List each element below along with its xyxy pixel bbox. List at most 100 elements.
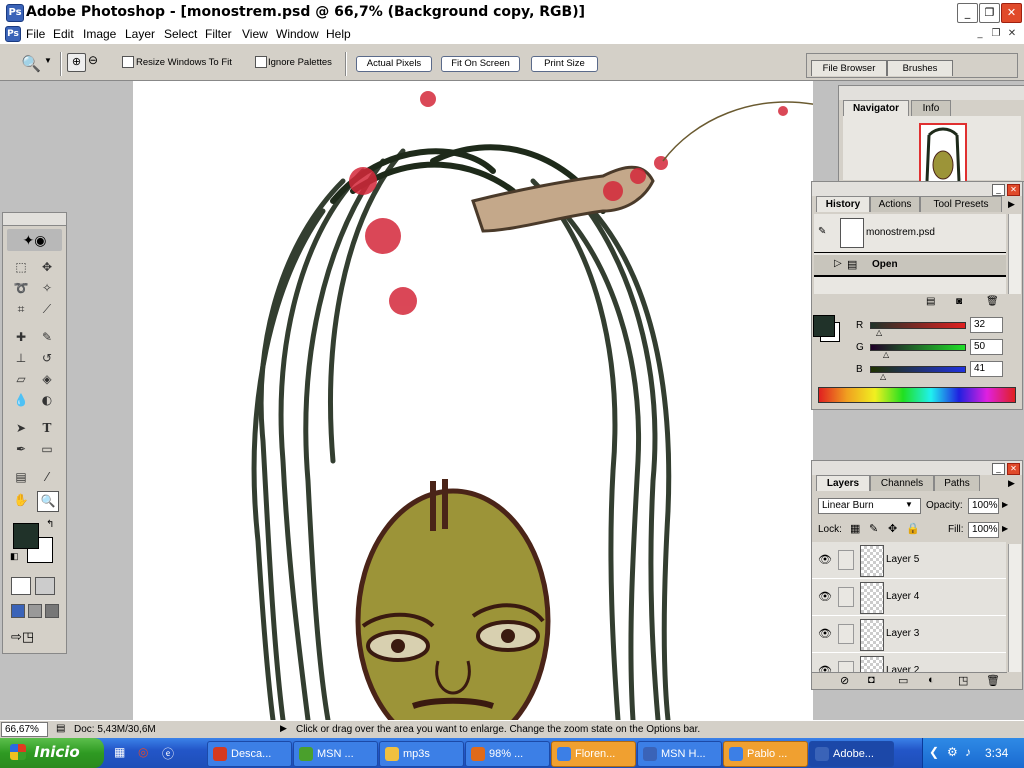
- layer-row[interactable]: 👁 Layer 5: [812, 542, 1006, 579]
- zoom-tool-icon[interactable]: 🔍: [37, 491, 59, 512]
- layer-mask-icon[interactable]: ◘: [868, 674, 875, 686]
- marquee-tool-icon[interactable]: ⬚: [11, 258, 31, 277]
- taskbar-task[interactable]: Adobe...: [809, 741, 894, 767]
- pen-tool-icon[interactable]: ✒: [11, 440, 31, 459]
- adjustment-layer-icon[interactable]: ◐: [928, 674, 935, 686]
- layer-row[interactable]: 👁 Layer 3: [812, 616, 1006, 653]
- tray-volume-icon[interactable]: ♪: [965, 745, 971, 759]
- fill-field[interactable]: 100%: [968, 522, 999, 538]
- zoom-level-field[interactable]: 66,67%: [1, 722, 48, 737]
- r-slider-thumb[interactable]: △: [876, 328, 882, 337]
- file-browser-tab[interactable]: File Browser: [811, 60, 887, 76]
- toolbox-title-bar[interactable]: [3, 213, 66, 226]
- menu-view[interactable]: View: [242, 27, 268, 41]
- maximize-button[interactable]: ❐: [979, 3, 1000, 23]
- doc-close-icon[interactable]: ✕: [1005, 27, 1019, 40]
- tray-expand-icon[interactable]: ❮: [929, 745, 939, 759]
- history-menu-icon[interactable]: ▶: [1008, 199, 1015, 210]
- photoshop-app-icon[interactable]: Ps: [6, 4, 24, 22]
- new-document-from-state-icon[interactable]: ▤: [926, 296, 935, 307]
- history-brush-tool-icon[interactable]: ↺: [37, 349, 57, 368]
- document-icon[interactable]: Ps: [5, 26, 21, 42]
- history-state-row[interactable]: ▷ ▤ Open: [814, 255, 1006, 277]
- history-panel-header[interactable]: [812, 182, 1022, 196]
- layer-visibility-eye-icon[interactable]: 👁: [818, 590, 832, 603]
- delete-state-icon[interactable]: 🗑: [986, 296, 999, 307]
- ignore-palettes-checkbox[interactable]: [255, 56, 267, 68]
- tab-tool-presets[interactable]: Tool Presets: [920, 196, 1002, 212]
- new-layer-icon[interactable]: ◳: [958, 674, 968, 687]
- menu-layer[interactable]: Layer: [125, 27, 155, 41]
- dodge-tool-icon[interactable]: ◐: [37, 391, 57, 410]
- b-value-field[interactable]: 41: [970, 361, 1003, 377]
- lock-all-icon[interactable]: 🔒: [906, 522, 920, 535]
- g-value-field[interactable]: 50: [970, 339, 1003, 355]
- lock-position-icon[interactable]: ✥: [888, 522, 897, 535]
- taskbar-task[interactable]: MSN H...: [637, 741, 722, 767]
- screen-mode-standard-icon[interactable]: [11, 604, 25, 618]
- tab-paths[interactable]: Paths: [934, 475, 980, 491]
- layers-scrollbar[interactable]: [1008, 544, 1021, 672]
- menu-filter[interactable]: Filter: [205, 27, 232, 41]
- adobe-online-icon[interactable]: ✦◉: [7, 229, 62, 251]
- tab-info[interactable]: Info: [911, 100, 951, 116]
- layer-link-box[interactable]: [838, 550, 854, 570]
- screen-mode-full-menu-icon[interactable]: [28, 604, 42, 618]
- standard-mode-icon[interactable]: [11, 577, 31, 595]
- swap-colors-icon[interactable]: ↰: [46, 519, 54, 530]
- history-scrollbar[interactable]: [1008, 214, 1021, 294]
- navigator-thumbnail[interactable]: [919, 123, 967, 183]
- layers-menu-icon[interactable]: ▶: [1008, 478, 1015, 489]
- zoom-tool-preset-icon[interactable]: 🔍: [21, 54, 41, 73]
- quicklaunch-desktop-icon[interactable]: ▦: [114, 745, 125, 759]
- menu-help[interactable]: Help: [326, 27, 351, 41]
- menu-image[interactable]: Image: [83, 27, 116, 41]
- taskbar-task[interactable]: Pablo ...: [723, 741, 808, 767]
- layer-row[interactable]: 👁 Layer 4: [812, 579, 1006, 616]
- status-menu-arrow-icon[interactable]: ▶: [280, 723, 287, 734]
- color-fg-swatch[interactable]: [813, 315, 835, 337]
- minimize-button[interactable]: _: [957, 3, 978, 23]
- preset-dropdown-icon[interactable]: ▼: [44, 56, 52, 65]
- fill-arrow-icon[interactable]: ▶: [1002, 524, 1008, 533]
- lasso-tool-icon[interactable]: ➰: [11, 279, 31, 298]
- default-colors-icon[interactable]: ◧: [10, 551, 19, 562]
- snapshot-brush-icon[interactable]: ✎: [818, 226, 826, 237]
- document-canvas[interactable]: [133, 81, 813, 720]
- new-group-icon[interactable]: ▭: [898, 674, 908, 687]
- hand-tool-icon[interactable]: ✋: [11, 491, 31, 510]
- menu-edit[interactable]: Edit: [53, 27, 74, 41]
- eyedropper-tool-icon[interactable]: ⁄: [37, 468, 57, 487]
- print-size-button[interactable]: Print Size: [531, 56, 598, 72]
- tab-navigator[interactable]: Navigator: [843, 100, 909, 116]
- navigator-panel-header[interactable]: [839, 86, 1024, 100]
- menu-select[interactable]: Select: [164, 27, 197, 41]
- shape-tool-icon[interactable]: ▭: [37, 440, 57, 459]
- clock[interactable]: 3:34: [985, 746, 1008, 760]
- brush-tool-icon[interactable]: ✎: [37, 328, 57, 347]
- r-value-field[interactable]: 32: [970, 317, 1003, 333]
- taskbar-task[interactable]: Floren...: [551, 741, 636, 767]
- tab-history[interactable]: History: [816, 196, 870, 212]
- paint-bucket-tool-icon[interactable]: ◈: [37, 370, 57, 389]
- clone-stamp-tool-icon[interactable]: ⊥: [11, 349, 31, 368]
- layers-minimize-icon[interactable]: _: [992, 463, 1005, 475]
- foreground-color-swatch[interactable]: [13, 523, 39, 549]
- taskbar-task[interactable]: mp3s: [379, 741, 464, 767]
- opacity-arrow-icon[interactable]: ▶: [1002, 500, 1008, 509]
- fit-on-screen-button[interactable]: Fit On Screen: [441, 56, 520, 72]
- layers-close-icon[interactable]: ✕: [1007, 463, 1020, 475]
- tray-network-icon[interactable]: ⚙: [947, 745, 958, 759]
- crop-tool-icon[interactable]: ⌗: [11, 300, 31, 319]
- history-close-icon[interactable]: ✕: [1007, 184, 1020, 196]
- doc-info-icon[interactable]: ▤: [56, 723, 65, 734]
- move-tool-icon[interactable]: ✥: [37, 258, 57, 277]
- g-slider-thumb[interactable]: △: [883, 350, 889, 359]
- color-ramp[interactable]: [818, 387, 1016, 403]
- history-minimize-icon[interactable]: _: [992, 184, 1005, 196]
- doc-minimize-icon[interactable]: _: [973, 27, 987, 40]
- resize-windows-checkbox[interactable]: [122, 56, 134, 68]
- layer-link-box[interactable]: [838, 624, 854, 644]
- blur-tool-icon[interactable]: 💧: [11, 391, 31, 410]
- delete-layer-icon[interactable]: 🗑: [986, 674, 1000, 687]
